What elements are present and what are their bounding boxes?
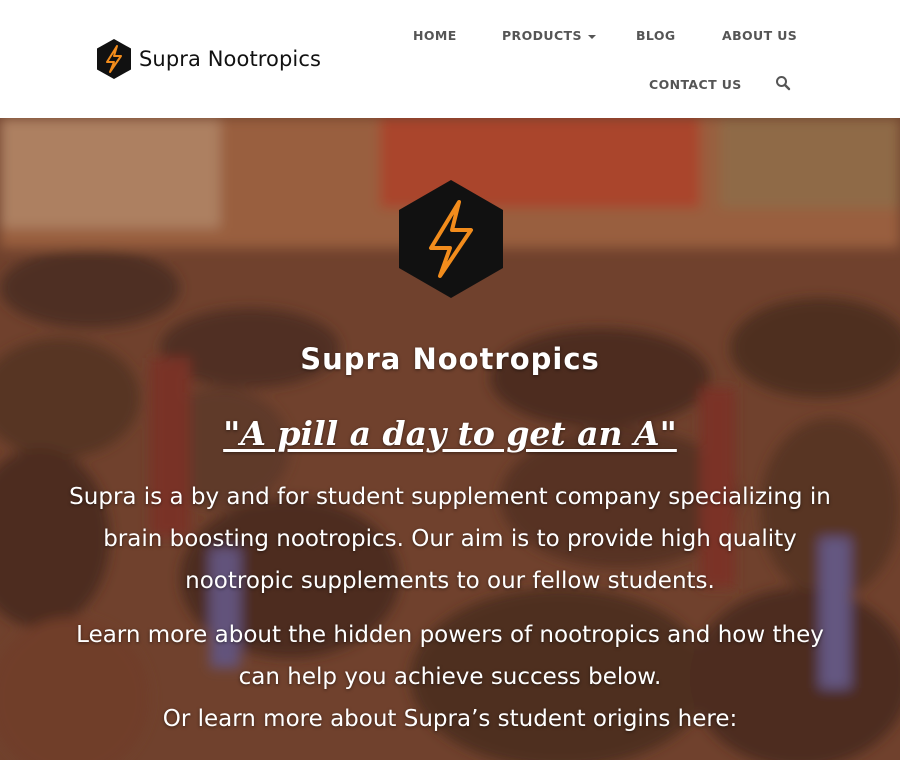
hero-paragraph-2: Learn more about the hidden powers of no… xyxy=(0,614,900,698)
hero-paragraph-1: Supra is a by and for student supplement… xyxy=(0,476,900,602)
caret-down-icon xyxy=(587,34,596,39)
hero-title: Supra Nootropics xyxy=(300,342,600,376)
nav-contact-us[interactable]: CONTACT US xyxy=(649,77,742,92)
search-icon[interactable] xyxy=(775,75,791,91)
hero-section: Supra Nootropics "A pill a day to get an… xyxy=(0,118,900,760)
hero-paragraph-2-line: can help you achieve success below. xyxy=(238,664,662,690)
nav-products[interactable]: PRODUCTS xyxy=(502,28,596,43)
hero-tagline: "A pill a day to get an A" xyxy=(223,414,677,453)
site-header: Supra Nootropics HOME PRODUCTS BLOG ABOU… xyxy=(0,0,900,118)
hero-lightning-logo-icon xyxy=(399,180,503,298)
site-logo[interactable]: Supra Nootropics xyxy=(95,38,321,80)
nav-about-us[interactable]: ABOUT US xyxy=(722,28,797,43)
nav-blog[interactable]: BLOG xyxy=(636,28,676,43)
hero-paragraph-3-line: Or learn more about Supra’s student orig… xyxy=(162,706,738,732)
nav-products-label: PRODUCTS xyxy=(502,28,582,43)
lightning-hexagon-logo-icon xyxy=(97,39,131,79)
hero-paragraph-1-line: Supra is a by and for student supplement… xyxy=(69,484,831,510)
hero-paragraph-1-line: brain boosting nootropics. Our aim is to… xyxy=(103,526,797,552)
site-logo-text: Supra Nootropics xyxy=(139,47,322,71)
hero-paragraph-3: Or learn more about Supra’s student orig… xyxy=(0,698,900,740)
hero-paragraph-2-line: Learn more about the hidden powers of no… xyxy=(76,622,824,648)
hero-paragraph-1-line: nootropic supplements to our fellow stud… xyxy=(185,568,715,594)
nav-home[interactable]: HOME xyxy=(413,28,457,43)
